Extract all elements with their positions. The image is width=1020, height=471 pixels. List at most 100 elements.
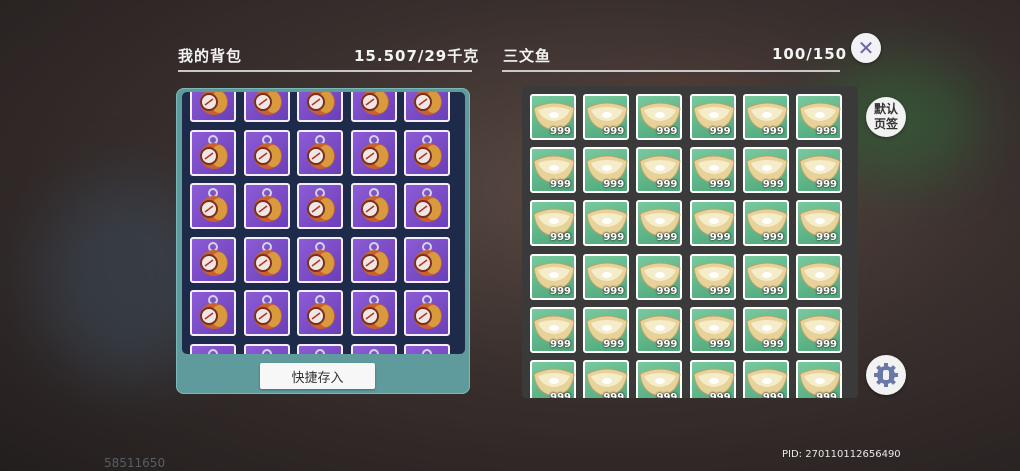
watch-item-icon [360, 188, 389, 222]
storage-slot[interactable]: 999 [689, 253, 736, 300]
storage-slot[interactable]: 999 [796, 306, 842, 353]
storage-slot[interactable]: 999 [742, 253, 789, 300]
watch-item-icon [368, 348, 379, 354]
item-quantity: 999 [816, 392, 837, 398]
backpack-slot[interactable] [190, 92, 236, 122]
backpack-slot[interactable] [243, 290, 290, 336]
backpack-slot[interactable] [297, 129, 343, 176]
storage-slot[interactable]: 999 [689, 360, 736, 398]
storage-slot[interactable]: 999 [636, 253, 683, 300]
backpack-slot[interactable] [190, 236, 236, 283]
backpack-slot[interactable] [243, 236, 290, 283]
close-icon: ✕ [857, 36, 875, 60]
settings-button[interactable] [866, 355, 906, 395]
storage-slot[interactable]: 999 [689, 94, 736, 140]
item-quantity: 999 [816, 179, 837, 191]
backpack-slot[interactable] [297, 343, 343, 354]
backpack-slot[interactable] [243, 92, 290, 122]
storage-slot[interactable]: 999 [742, 147, 789, 194]
item-quantity: 999 [550, 338, 571, 350]
storage-slot[interactable]: 999 [583, 94, 630, 140]
storage-slot[interactable]: 999 [796, 253, 842, 300]
storage-slot[interactable]: 999 [742, 360, 789, 398]
storage-slot[interactable]: 999 [583, 200, 630, 247]
storage-slot[interactable]: 999 [583, 306, 630, 353]
item-quantity: 999 [762, 232, 784, 244]
item-quantity: 999 [656, 392, 678, 398]
backpack-slot[interactable] [243, 343, 290, 354]
storage-slot[interactable]: 999 [689, 200, 736, 247]
storage-slot[interactable]: 999 [796, 360, 842, 398]
backpack-slot[interactable] [297, 236, 343, 283]
storage-slot[interactable]: 999 [530, 306, 576, 353]
storage-slot[interactable]: 999 [636, 360, 683, 398]
backpack-slot[interactable] [243, 183, 290, 229]
storage-slot[interactable]: 999 [796, 200, 842, 247]
storage-slot[interactable]: 999 [689, 147, 736, 194]
item-quantity: 999 [603, 179, 625, 191]
backpack-title: 我的背包 [178, 47, 243, 65]
backpack-slot[interactable] [350, 290, 397, 336]
backpack-slot[interactable] [190, 183, 236, 229]
backpack-slot[interactable] [404, 92, 450, 122]
backpack-slot[interactable] [350, 183, 397, 229]
storage-slot[interactable]: 999 [636, 306, 683, 353]
divider [502, 70, 840, 72]
storage-slot[interactable]: 999 [583, 360, 630, 398]
storage-title: 三文鱼 [503, 47, 552, 65]
backpack-slot[interactable] [350, 236, 397, 283]
watch-item-icon [360, 92, 389, 115]
storage-slot[interactable]: 999 [530, 200, 576, 247]
storage-slot[interactable]: 999 [530, 94, 576, 140]
backpack-slot[interactable] [190, 129, 236, 176]
backpack-slot[interactable] [404, 236, 450, 283]
storage-slot[interactable]: 999 [636, 147, 683, 194]
storage-slot[interactable]: 999 [636, 94, 683, 140]
item-quantity: 999 [709, 126, 731, 137]
storage-slot[interactable]: 999 [636, 200, 683, 247]
divider [178, 70, 472, 72]
backpack-slot[interactable] [190, 343, 236, 354]
item-quantity: 999 [816, 232, 837, 244]
item-quantity: 999 [656, 179, 678, 191]
item-quantity: 999 [709, 338, 731, 350]
backpack-slot[interactable] [350, 129, 397, 176]
storage-slot[interactable]: 999 [583, 253, 630, 300]
storage-slot[interactable]: 999 [742, 306, 789, 353]
backpack-slot[interactable] [190, 290, 236, 336]
backpack-slot[interactable] [297, 290, 343, 336]
item-quantity: 999 [709, 179, 731, 191]
item-quantity: 999 [656, 285, 678, 297]
quick-store-button[interactable]: 快捷存入 [260, 363, 375, 389]
close-button[interactable]: ✕ [851, 33, 881, 63]
storage-slot[interactable]: 999 [583, 147, 630, 194]
watch-item-icon [360, 134, 389, 169]
watch-item-icon [200, 241, 228, 276]
backpack-slot[interactable] [243, 129, 290, 176]
backpack-grid[interactable] [182, 92, 465, 354]
storage-grid[interactable]: 999 999 999 999 999 999 999 999 999 999 999 999 999 9… [522, 86, 858, 398]
backpack-slot[interactable] [297, 183, 343, 229]
backpack-slot[interactable] [350, 343, 397, 354]
backpack-slot[interactable] [404, 290, 450, 336]
storage-slot[interactable]: 999 [742, 94, 789, 140]
storage-slot[interactable]: 999 [530, 253, 576, 300]
storage-slot[interactable]: 999 [530, 147, 576, 194]
backpack-slot[interactable] [404, 129, 450, 176]
item-quantity: 999 [550, 126, 571, 137]
backpack-slot[interactable] [297, 92, 343, 122]
storage-slot[interactable]: 999 [796, 147, 842, 194]
storage-slot[interactable]: 999 [796, 94, 842, 140]
watch-item-icon [253, 295, 282, 329]
backpack-slot[interactable] [404, 343, 450, 354]
storage-slot[interactable]: 999 [530, 360, 576, 398]
watch-item-icon [414, 134, 442, 169]
backpack-slot[interactable] [350, 92, 397, 122]
storage-slot[interactable]: 999 [689, 306, 736, 353]
item-quantity: 999 [603, 338, 625, 350]
watch-item-icon [414, 92, 442, 115]
backpack-slot[interactable] [404, 183, 450, 229]
watch-item-icon [307, 295, 335, 329]
storage-slot[interactable]: 999 [742, 200, 789, 247]
default-tab-button[interactable]: 默认 页签 [866, 97, 906, 137]
